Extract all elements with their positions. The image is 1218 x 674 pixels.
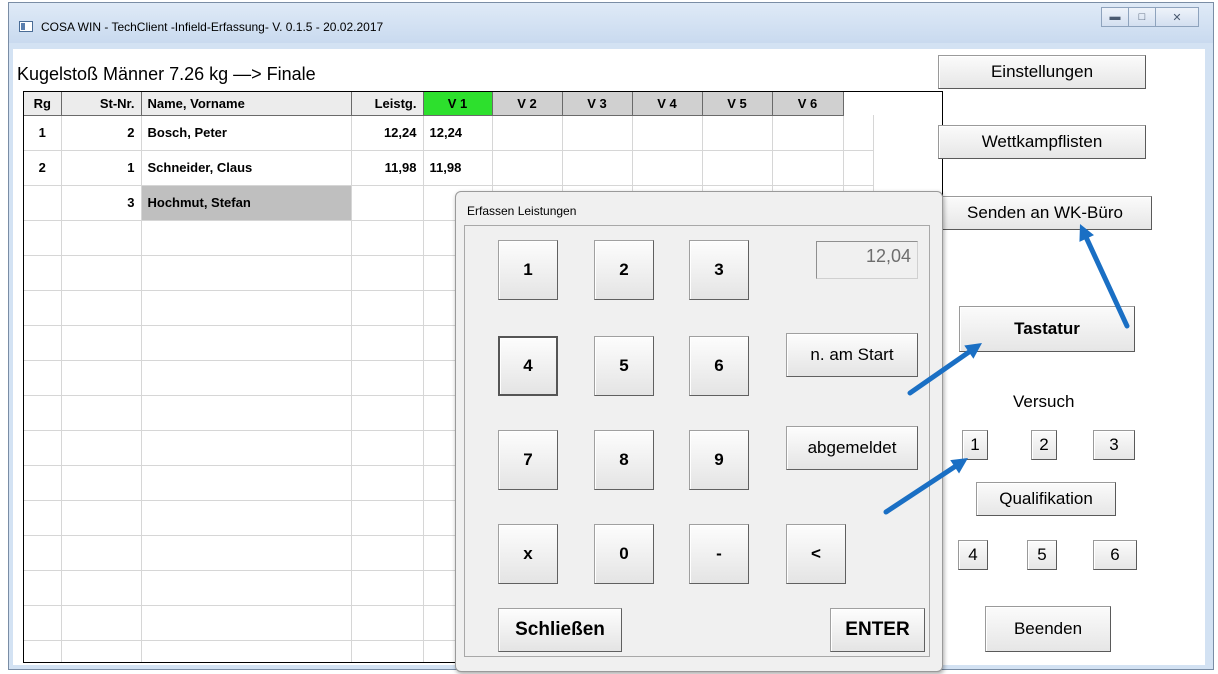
key-minus[interactable]: -: [689, 524, 749, 584]
competition-lists-button[interactable]: Wettkampflisten: [938, 125, 1146, 159]
key-backspace[interactable]: <: [786, 524, 846, 584]
header-attempt-1[interactable]: V 1: [423, 92, 493, 116]
cell-attempt-6[interactable]: [772, 115, 844, 151]
cell-filler: [843, 115, 874, 151]
attempt-1-button[interactable]: 1: [962, 430, 988, 460]
key-3[interactable]: 3: [689, 240, 749, 300]
key-9[interactable]: 9: [689, 430, 749, 490]
maximize-icon[interactable]: □: [1128, 7, 1156, 27]
cell-attempt-5[interactable]: [702, 115, 773, 151]
header-attempt-6[interactable]: V 6: [772, 92, 844, 116]
cell-attempt-1[interactable]: 11,98: [423, 150, 493, 186]
header-attempt-5[interactable]: V 5: [702, 92, 773, 116]
minimize-icon[interactable]: ▬: [1101, 7, 1129, 27]
key-7[interactable]: 7: [498, 430, 558, 490]
table-header-row: Rg St-Nr. Name, Vorname Leistg. V 1 V 2 …: [24, 92, 873, 116]
table-row[interactable]: 1 2 Bosch, Peter 12,24 12,24: [24, 115, 874, 151]
send-to-office-button[interactable]: Senden an WK-Büro: [938, 196, 1152, 230]
withdrawn-button[interactable]: abgemeldet: [786, 426, 918, 470]
key-6[interactable]: 6: [689, 336, 749, 396]
cell-attempt-6[interactable]: [772, 150, 844, 186]
key-5[interactable]: 5: [594, 336, 654, 396]
attempt-label: Versuch: [1013, 392, 1075, 411]
cell-name-selected[interactable]: Hochmut, Stefan: [141, 185, 352, 221]
key-x[interactable]: x: [498, 524, 558, 584]
key-0[interactable]: 0: [594, 524, 654, 584]
keyboard-button[interactable]: Tastatur: [959, 306, 1135, 352]
cell-name[interactable]: Bosch, Peter: [141, 115, 352, 151]
entry-dialog: Erfassen Leistungen 1 2 3 12,04 4 5 6 n.…: [455, 191, 943, 672]
header-name[interactable]: Name, Vorname: [141, 92, 352, 116]
window-title: COSA WIN - TechClient -Infield-Erfassung…: [41, 20, 384, 34]
not-started-button[interactable]: n. am Start: [786, 333, 918, 377]
header-filler: [843, 92, 873, 115]
header-attempt-3[interactable]: V 3: [562, 92, 633, 116]
cell-performance[interactable]: [351, 185, 424, 221]
close-button[interactable]: Schließen: [498, 608, 622, 652]
cell-attempt-1[interactable]: 12,24: [423, 115, 493, 151]
cell-attempt-2[interactable]: [492, 115, 563, 151]
key-2[interactable]: 2: [594, 240, 654, 300]
cell-attempt-2[interactable]: [492, 150, 563, 186]
competition-heading: Kugelstoß Männer 7.26 kg —> Finale: [17, 64, 316, 84]
cell-attempt-3[interactable]: [562, 115, 633, 151]
attempt-5-button[interactable]: 5: [1027, 540, 1057, 570]
keypad-panel: 1 2 3 12,04 4 5 6 n. am Start 7 8 9 abge…: [464, 225, 930, 657]
cell-attempt-4[interactable]: [632, 150, 703, 186]
settings-button[interactable]: Einstellungen: [938, 55, 1146, 89]
cell-attempt-4[interactable]: [632, 115, 703, 151]
dialog-title: Erfassen Leistungen: [467, 204, 577, 218]
close-icon[interactable]: ✕: [1155, 7, 1199, 27]
key-1[interactable]: 1: [498, 240, 558, 300]
title-bar: COSA WIN - TechClient -Infield-Erfassung…: [9, 3, 1213, 43]
cell-attempt-3[interactable]: [562, 150, 633, 186]
cell-performance[interactable]: 12,24: [351, 115, 424, 151]
key-4[interactable]: 4: [498, 336, 558, 396]
cell-attempt-5[interactable]: [702, 150, 773, 186]
header-performance[interactable]: Leistg.: [351, 92, 424, 116]
qualification-button[interactable]: Qualifikation: [976, 482, 1116, 516]
cell-start-number[interactable]: 1: [61, 150, 142, 186]
cell-rank[interactable]: [24, 185, 62, 221]
window-controls: ▬ □ ✕: [1101, 7, 1199, 27]
key-8[interactable]: 8: [594, 430, 654, 490]
cell-start-number[interactable]: 3: [61, 185, 142, 221]
enter-button[interactable]: ENTER: [830, 608, 925, 652]
app-icon: [19, 21, 33, 32]
header-attempt-2[interactable]: V 2: [492, 92, 563, 116]
value-display[interactable]: 12,04: [816, 241, 918, 279]
cell-performance[interactable]: 11,98: [351, 150, 424, 186]
header-attempt-4[interactable]: V 4: [632, 92, 703, 116]
header-rank[interactable]: Rg: [24, 92, 62, 116]
cell-filler: [843, 150, 874, 186]
cell-start-number[interactable]: 2: [61, 115, 142, 151]
attempt-4-button[interactable]: 4: [958, 540, 988, 570]
cell-name[interactable]: Schneider, Claus: [141, 150, 352, 186]
header-start-number[interactable]: St-Nr.: [61, 92, 142, 116]
cell-rank[interactable]: 1: [24, 115, 62, 151]
cell-rank[interactable]: 2: [24, 150, 62, 186]
exit-button[interactable]: Beenden: [985, 606, 1111, 652]
table-row[interactable]: 2 1 Schneider, Claus 11,98 11,98: [24, 150, 874, 186]
attempt-6-button[interactable]: 6: [1093, 540, 1137, 570]
attempt-2-button[interactable]: 2: [1031, 430, 1057, 460]
attempt-3-button[interactable]: 3: [1093, 430, 1135, 460]
